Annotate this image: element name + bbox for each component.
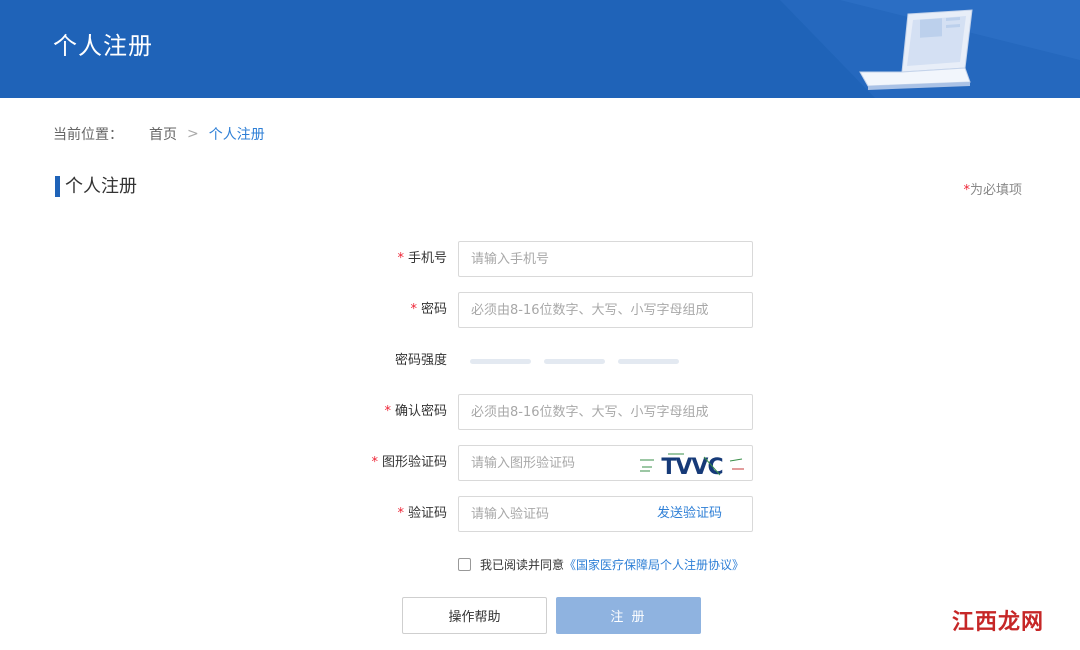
breadcrumb: 当前位置： 首页 > 个人注册 (53, 124, 265, 144)
required-star: * (397, 506, 404, 521)
agreement: 我已阅读并同意 《国家医疗保障局个人注册协议》 (458, 556, 744, 573)
captcha-field: TVVC (458, 445, 753, 481)
required-note: *为必填项 (963, 179, 1022, 198)
password-row: * 密码 (0, 292, 1080, 328)
password-strength-row: 密码强度 (0, 343, 1080, 379)
password-strength-meter (470, 359, 679, 364)
sms-code-label-text: 验证码 (407, 506, 447, 521)
captcha-input[interactable] (459, 446, 639, 480)
phone-row: * 手机号 (0, 241, 1080, 277)
breadcrumb-home-link[interactable]: 首页 (149, 124, 177, 144)
phone-label: * 手机号 (397, 241, 447, 277)
agreement-checkbox[interactable] (458, 558, 471, 571)
confirm-password-label-text: 确认密码 (394, 404, 447, 419)
agreement-text: 我已阅读并同意 (480, 558, 565, 572)
breadcrumb-label: 当前位置： (53, 127, 123, 143)
laptop-illustration-icon (780, 0, 1080, 98)
phone-field (458, 241, 753, 277)
required-star: * (397, 251, 404, 266)
header-banner: 个人注册 (0, 0, 1080, 98)
register-button[interactable]: 注 册 (556, 597, 701, 634)
chevron-right-icon: > (187, 126, 199, 142)
password-input[interactable] (459, 293, 752, 327)
agreement-link[interactable]: 《国家医疗保障局个人注册协议》 (564, 556, 744, 573)
required-note-text: 为必填项 (969, 183, 1022, 198)
password-label: * 密码 (410, 292, 447, 328)
section-title: 个人注册 (55, 176, 137, 197)
sms-code-row: *验证码 发送验证码 (0, 496, 1080, 532)
strength-segment-strong (618, 359, 679, 364)
send-code-button[interactable]: 发送验证码 (657, 497, 722, 531)
password-strength-label: 密码强度 (394, 353, 447, 368)
captcha-label-text: 图形验证码 (381, 455, 447, 470)
required-star: * (371, 455, 378, 470)
confirm-password-label: * 确认密码 (384, 394, 447, 430)
help-button[interactable]: 操作帮助 (402, 597, 547, 634)
confirm-password-field (458, 394, 753, 430)
confirm-password-input[interactable] (459, 395, 752, 429)
phone-label-text: 手机号 (407, 251, 447, 266)
breadcrumb-current: 个人注册 (208, 127, 265, 143)
required-star: * (384, 404, 391, 419)
watermark-logo: 江西龙网 (951, 610, 1044, 635)
password-field (458, 292, 753, 328)
password-label-text: 密码 (420, 302, 447, 317)
required-star: * (410, 302, 417, 317)
page-title: 个人注册 (53, 32, 153, 60)
sms-code-field: 发送验证码 (458, 496, 753, 532)
captcha-label: * 图形验证码 (371, 445, 447, 481)
sms-code-input[interactable] (459, 497, 639, 531)
sms-code-label: * 验证码 (397, 496, 447, 532)
strength-segment-medium (544, 359, 605, 364)
captcha-row: *图形验证码 TVVC (0, 445, 1080, 481)
captcha-image[interactable]: TVVC (638, 449, 746, 479)
phone-input[interactable] (459, 242, 752, 276)
confirm-password-row: * 确认密码 (0, 394, 1080, 430)
strength-segment-weak (470, 359, 531, 364)
